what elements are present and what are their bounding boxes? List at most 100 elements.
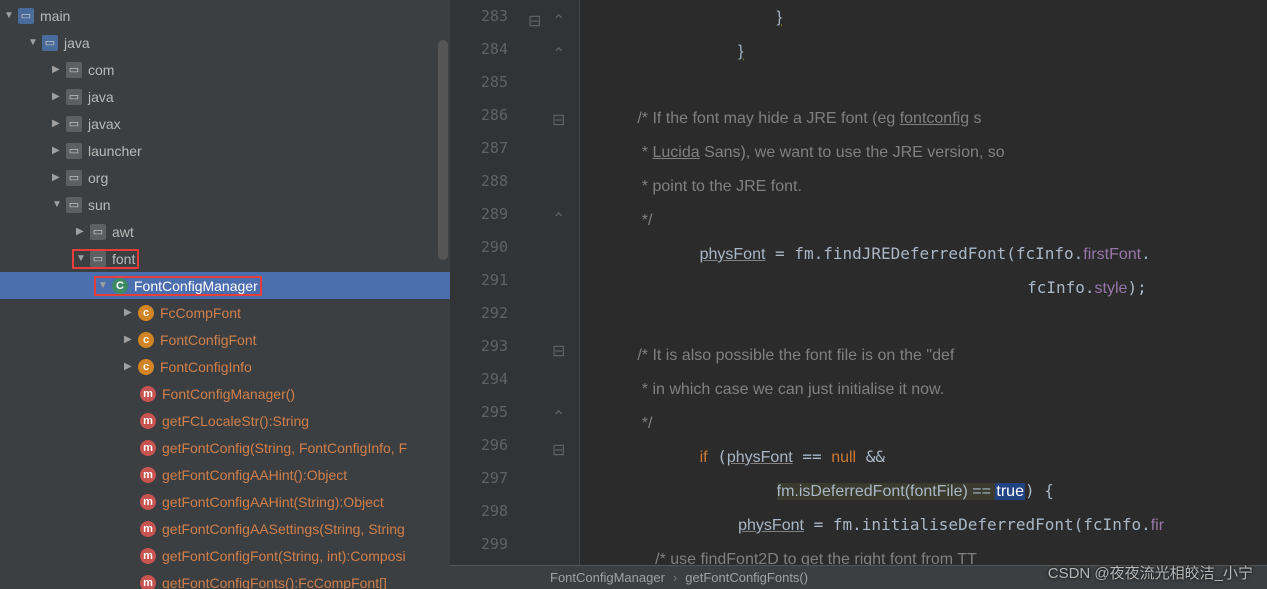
editor-body: 283 284 285 286 287 288 289 290 291 292 … bbox=[450, 0, 1267, 565]
tree-node-sun[interactable]: ▭ sun bbox=[0, 191, 450, 218]
folder-icon: ▭ bbox=[66, 116, 82, 132]
inner-class-icon: c bbox=[138, 305, 154, 321]
folder-icon: ▭ bbox=[66, 143, 82, 159]
tree-node-method[interactable]: m FontConfigManager() bbox=[0, 380, 450, 407]
tree-label: org bbox=[88, 170, 108, 186]
tree-label: main bbox=[40, 8, 70, 24]
tree-node-method[interactable]: m getFontConfigFont(String, int):Composi bbox=[0, 542, 450, 569]
folder-icon: ▭ bbox=[66, 170, 82, 186]
chevron-right-icon[interactable] bbox=[124, 307, 134, 318]
method-icon: m bbox=[140, 521, 156, 537]
method-icon: m bbox=[140, 467, 156, 483]
fold-end-icon[interactable]: ⌃ bbox=[552, 44, 566, 58]
tree-label: launcher bbox=[88, 143, 142, 159]
tree-label: javax bbox=[88, 116, 121, 132]
fold-minus-icon[interactable]: ⊟ bbox=[528, 11, 542, 25]
chevron-right-icon[interactable] bbox=[52, 118, 62, 129]
chevron-right-icon[interactable] bbox=[76, 226, 86, 237]
tree-node-fccompfont[interactable]: c FcCompFont bbox=[0, 299, 450, 326]
tree-label: awt bbox=[112, 224, 134, 240]
tree-label: getFontConfigFonts():FcCompFont[] bbox=[162, 575, 387, 589]
folder-icon: ▭ bbox=[90, 224, 106, 240]
tree-node-fontconfiginfo[interactable]: c FontConfigInfo bbox=[0, 353, 450, 380]
tree-label: FontConfigManager() bbox=[162, 386, 295, 402]
chevron-right-icon[interactable] bbox=[52, 91, 62, 102]
method-icon: m bbox=[140, 494, 156, 510]
tree-label: getFontConfigAAHint():Object bbox=[162, 467, 347, 483]
tree-label: java bbox=[88, 89, 114, 105]
tree-label: FontConfigInfo bbox=[160, 359, 252, 375]
tree-node-org[interactable]: ▭ org bbox=[0, 164, 450, 191]
tree-node-awt[interactable]: ▭ awt bbox=[0, 218, 450, 245]
tree-node-method[interactable]: m getFontConfigAAHint(String):Object bbox=[0, 488, 450, 515]
chevron-right-icon: › bbox=[673, 570, 677, 585]
method-icon: m bbox=[140, 440, 156, 456]
tree-node-launcher[interactable]: ▭ launcher bbox=[0, 137, 450, 164]
class-icon: C bbox=[112, 278, 128, 294]
tree-label: getFontConfigFont(String, int):Composi bbox=[162, 548, 406, 564]
folder-icon: ▭ bbox=[66, 62, 82, 78]
tree-node-java-pkg[interactable]: ▭ java bbox=[0, 83, 450, 110]
tree-label: getFontConfigAASettings(String, String bbox=[162, 521, 405, 537]
scrollbar-thumb[interactable] bbox=[438, 40, 448, 260]
inner-class-icon: c bbox=[138, 332, 154, 348]
tree-label: FcCompFont bbox=[160, 305, 241, 321]
highlight-box: ▭ font bbox=[72, 249, 139, 269]
fold-minus-icon[interactable]: ⊟ bbox=[552, 341, 566, 355]
tree-node-java[interactable]: ▭ java bbox=[0, 29, 450, 56]
tree-node-fontconfigmanager[interactable]: C FontConfigManager bbox=[0, 272, 450, 299]
tree-label: getFontConfigAAHint(String):Object bbox=[162, 494, 384, 510]
tree-node-javax[interactable]: ▭ javax bbox=[0, 110, 450, 137]
breadcrumb-bar[interactable]: FontConfigManager › getFontConfigFonts() bbox=[450, 565, 1267, 589]
code-area[interactable]: } } /* If the font may hide a JRE font (… bbox=[580, 0, 1267, 565]
tree-node-method[interactable]: m getFontConfigAASettings(String, String bbox=[0, 515, 450, 542]
chevron-down-icon[interactable] bbox=[52, 199, 62, 210]
chevron-right-icon[interactable] bbox=[52, 64, 62, 75]
chevron-down-icon[interactable] bbox=[4, 10, 14, 21]
folder-icon: ▭ bbox=[42, 35, 58, 51]
method-icon: m bbox=[140, 386, 156, 402]
tree-node-font[interactable]: ▭ font bbox=[0, 245, 450, 272]
chevron-right-icon[interactable] bbox=[52, 145, 62, 156]
tree-label: sun bbox=[88, 197, 111, 213]
chevron-down-icon[interactable] bbox=[98, 280, 108, 291]
fold-end-icon[interactable]: ⌃ bbox=[552, 209, 566, 223]
folder-icon: ▭ bbox=[18, 8, 34, 24]
highlight-box: C FontConfigManager bbox=[94, 276, 262, 296]
fold-end-icon[interactable]: ⌃ bbox=[552, 11, 566, 25]
tree-label: getFontConfig(String, FontConfigInfo, F bbox=[162, 440, 407, 456]
folder-icon: ▭ bbox=[66, 89, 82, 105]
fold-minus-icon[interactable]: ⊟ bbox=[552, 440, 566, 454]
fold-minus-icon[interactable]: ⊟ bbox=[552, 110, 566, 124]
tree-label: FontConfigFont bbox=[160, 332, 257, 348]
inner-class-icon: c bbox=[138, 359, 154, 375]
tree-node-com[interactable]: ▭ com bbox=[0, 56, 450, 83]
project-tree-panel[interactable]: ▭ main ▭ java ▭ com ▭ java ▭ javax bbox=[0, 0, 450, 589]
tree-label: FontConfigManager bbox=[134, 278, 258, 294]
chevron-down-icon[interactable] bbox=[76, 253, 86, 264]
tree-node-method[interactable]: m getFontConfig(String, FontConfigInfo, … bbox=[0, 434, 450, 461]
breadcrumb-item[interactable]: getFontConfigFonts() bbox=[685, 570, 808, 585]
method-icon: m bbox=[140, 548, 156, 564]
tree-node-method[interactable]: m getFontConfigAAHint():Object bbox=[0, 461, 450, 488]
tree-label: font bbox=[112, 251, 135, 267]
code-editor: 283 284 285 286 287 288 289 290 291 292 … bbox=[450, 0, 1267, 589]
project-tree: ▭ main ▭ java ▭ com ▭ java ▭ javax bbox=[0, 0, 450, 589]
tree-node-method[interactable]: m getFCLocaleStr():String bbox=[0, 407, 450, 434]
method-icon: m bbox=[140, 413, 156, 429]
chevron-down-icon[interactable] bbox=[28, 37, 38, 48]
fold-end-icon[interactable]: ⌃ bbox=[552, 407, 566, 421]
chevron-right-icon[interactable] bbox=[52, 172, 62, 183]
tree-node-fontconfigfont[interactable]: c FontConfigFont bbox=[0, 326, 450, 353]
tree-label: getFCLocaleStr():String bbox=[162, 413, 309, 429]
tree-node-method[interactable]: m getFontConfigFonts():FcCompFont[] bbox=[0, 569, 450, 589]
tree-node-main[interactable]: ▭ main bbox=[0, 2, 450, 29]
method-icon: m bbox=[140, 575, 156, 589]
chevron-right-icon[interactable] bbox=[124, 334, 134, 345]
gutter-marks[interactable]: ⊟ ⌃ ⌃ ⊟ ⌃ ⊟ ⌃ ⊟ bbox=[520, 0, 580, 565]
line-number-gutter[interactable]: 283 284 285 286 287 288 289 290 291 292 … bbox=[450, 0, 520, 565]
chevron-right-icon[interactable] bbox=[124, 361, 134, 372]
breadcrumb-item[interactable]: FontConfigManager bbox=[550, 570, 665, 585]
folder-icon: ▭ bbox=[90, 251, 106, 267]
folder-icon: ▭ bbox=[66, 197, 82, 213]
